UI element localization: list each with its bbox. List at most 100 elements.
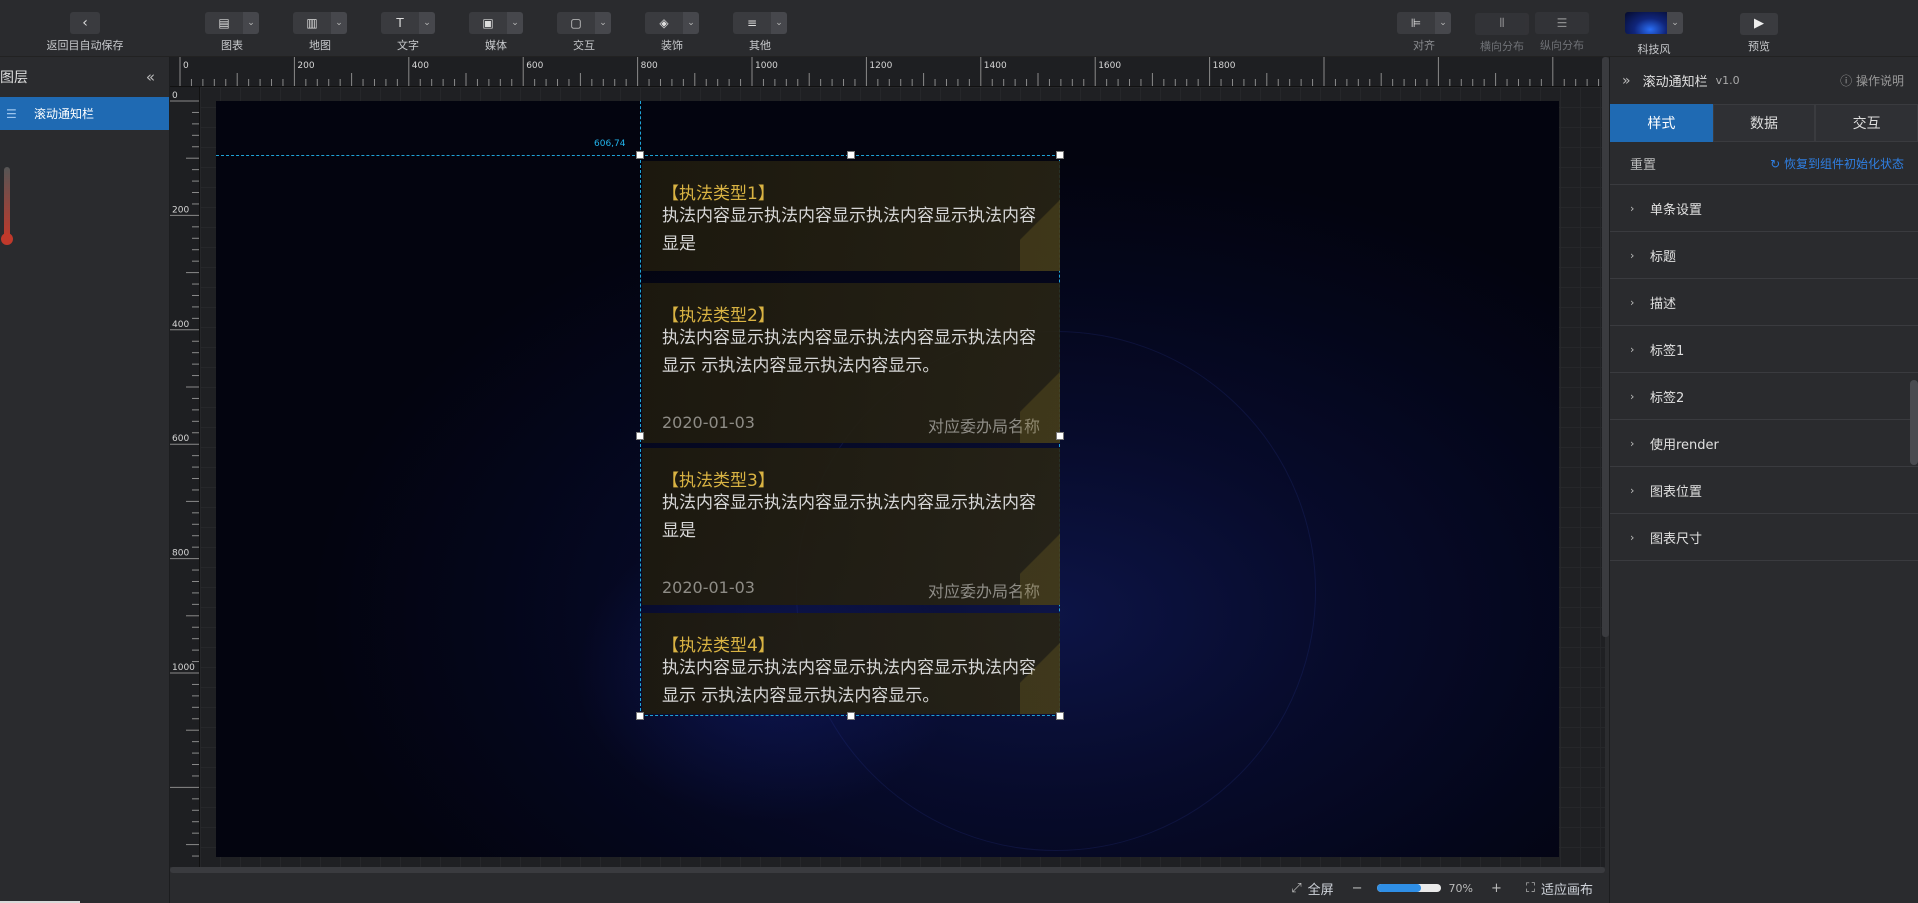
chevron-down-icon[interactable]: ⌄ xyxy=(419,12,435,34)
resize-handle-top[interactable] xyxy=(847,151,855,159)
notice-card[interactable]: 【执法类型3】 执法内容显示执法内容显示执法内容显示执法内容显是 2020-01… xyxy=(642,448,1060,605)
canvas-vertical-scrollbar[interactable] xyxy=(1602,57,1609,637)
chevron-down-icon[interactable]: ⌄ xyxy=(771,12,787,34)
other-menu[interactable]: ≡ ⌄ 其他 xyxy=(724,12,796,53)
resize-handle-left[interactable] xyxy=(636,432,644,440)
help-link[interactable]: ⓘ 操作说明 xyxy=(1840,72,1904,89)
chevron-down-icon[interactable]: ⌄ xyxy=(1667,12,1683,34)
back-button[interactable]: ‹ 返回目自动保存 xyxy=(30,12,140,53)
position-readout: 606,74 xyxy=(594,139,626,149)
resize-handle-bottom-right[interactable] xyxy=(1056,712,1064,720)
restore-default-button[interactable]: ↻ 恢复到组件初始化状态 xyxy=(1770,155,1904,172)
chevron-down-icon[interactable]: ⌄ xyxy=(331,12,347,34)
resize-handle-top-left[interactable] xyxy=(636,151,644,159)
editor-app: ‹ 返回目自动保存 ▤ ⌄ 图表 ▥ ⌄ 地图 T ⌄ 文字 ▣ ⌄ 媒体 ▢ ⌄ 交互 … xyxy=(0,0,1918,903)
section-render[interactable]: › 使用render xyxy=(1610,420,1918,467)
horizontal-ruler: 0 200 400 600 800 1000 1200 1400 1600 1800 xyxy=(170,57,1605,87)
chart-menu[interactable]: ▤ ⌄ 图表 xyxy=(196,12,268,53)
chevron-down-icon[interactable]: ⌄ xyxy=(507,12,523,34)
notice-description: 执法内容显示执法内容显示执法内容显示执法内容显是 xyxy=(662,493,1036,541)
chevron-right-icon: › xyxy=(1630,530,1635,544)
ruler-label: 800 xyxy=(641,61,658,71)
section-chart-position[interactable]: › 图表位置 xyxy=(1610,467,1918,514)
chart-icon: ▤ xyxy=(205,12,243,34)
tab-style[interactable]: 样式 xyxy=(1610,104,1713,142)
notice-title: 【执法类型4】 xyxy=(662,636,775,656)
align-label: 对齐 xyxy=(1413,39,1435,52)
section-chart-size[interactable]: › 图表尺寸 xyxy=(1610,514,1918,561)
section-description[interactable]: › 描述 xyxy=(1610,279,1918,326)
decoration-menu[interactable]: ◈ ⌄ 装饰 xyxy=(636,12,708,53)
ruler-label: 200 xyxy=(172,205,189,215)
zoom-out-icon[interactable]: − xyxy=(1352,881,1363,896)
fullscreen-label: 全屏 xyxy=(1307,882,1334,898)
horizontal-distribute-icon: ⫴ xyxy=(1475,12,1529,35)
resize-handle-top-right[interactable] xyxy=(1056,151,1064,159)
ruler-label: 400 xyxy=(172,320,189,330)
section-single-item[interactable]: › 单条设置 xyxy=(1610,185,1918,232)
fit-canvas-icon: ⛶ xyxy=(1525,880,1535,896)
section-label: 图表位置 xyxy=(1650,484,1703,500)
fit-canvas-label: 适应画布 xyxy=(1540,882,1593,898)
panel-scrollbar[interactable] xyxy=(1910,380,1918,465)
chevron-down-icon[interactable]: ⌄ xyxy=(683,12,699,34)
reset-label: 重置 xyxy=(1630,157,1657,173)
zoom-slider[interactable] xyxy=(1376,884,1441,892)
thermometer-icon xyxy=(1,167,13,245)
layer-panel-title: 图层 xyxy=(0,70,28,86)
preview-button[interactable]: ▶ 预览 xyxy=(1723,12,1795,54)
fullscreen-button[interactable]: ⤢ 全屏 xyxy=(1291,879,1333,898)
component-title: 滚动通知栏 xyxy=(1642,75,1708,90)
canvas-area[interactable]: 606,74 【执法类型1】 执法内容显示执法内容显示执法内容显示执法内容显是 … xyxy=(200,87,1605,867)
fit-canvas-button[interactable]: ⛶ 适应画布 xyxy=(1526,879,1593,898)
map-menu[interactable]: ▥ ⌄ 地图 xyxy=(284,12,356,53)
section-tag1[interactable]: › 标签1 xyxy=(1610,326,1918,373)
component-version: v1.0 xyxy=(1715,74,1740,87)
media-menu[interactable]: ▣ ⌄ 媒体 xyxy=(460,12,532,53)
interact-menu[interactable]: ▢ ⌄ 交互 xyxy=(548,12,620,53)
chevron-right-icon: › xyxy=(1630,483,1635,497)
notice-organization: 对应委办局名称 xyxy=(927,582,1040,601)
map-menu-label: 地图 xyxy=(309,39,331,52)
chevron-right-icon: › xyxy=(1630,389,1635,403)
ruler-label: 200 xyxy=(297,61,314,71)
collapse-left-icon[interactable]: « xyxy=(146,68,155,86)
guide-line-vertical xyxy=(640,101,641,155)
ruler-label: 1200 xyxy=(869,61,892,71)
back-label: 返回目自动保存 xyxy=(46,39,124,52)
zoom-in-icon[interactable]: + xyxy=(1491,881,1502,896)
resize-handle-right[interactable] xyxy=(1056,432,1064,440)
chevron-down-icon[interactable]: ⌄ xyxy=(595,12,611,34)
section-title[interactable]: › 标题 xyxy=(1610,232,1918,279)
scroll-notice-component[interactable]: 【执法类型1】 执法内容显示执法内容显示执法内容显示执法内容显是 【执法类型2】… xyxy=(636,151,1064,720)
section-label: 图表尺寸 xyxy=(1650,531,1703,547)
theme-selector[interactable]: ⌄ 科技风 xyxy=(1618,12,1690,57)
map-icon: ▥ xyxy=(293,12,331,34)
section-tag2[interactable]: › 标签2 xyxy=(1610,373,1918,420)
section-label: 单条设置 xyxy=(1650,202,1703,218)
align-menu[interactable]: ⊫ ⌄ 对齐 xyxy=(1388,12,1460,53)
notice-card[interactable]: 【执法类型1】 执法内容显示执法内容显示执法内容显示执法内容显是 xyxy=(642,161,1060,271)
tab-data[interactable]: 数据 xyxy=(1712,104,1816,142)
chevron-down-icon[interactable]: ⌄ xyxy=(243,12,259,34)
help-label: 操作说明 xyxy=(1855,74,1904,88)
section-label: 描述 xyxy=(1650,296,1677,312)
notice-organization: 对应委办局名称 xyxy=(927,417,1040,436)
chevron-down-icon[interactable]: ⌄ xyxy=(1435,12,1451,34)
notice-card[interactable]: 【执法类型2】 执法内容显示执法内容显示执法内容显示执法内容显示 示执法内容显示… xyxy=(642,283,1060,443)
vertical-distribute-button[interactable]: ☰ 纵向分布 xyxy=(1526,12,1598,53)
ruler-label: 1800 xyxy=(1213,61,1236,71)
property-tabs: 样式 数据 交互 xyxy=(1610,104,1918,142)
expand-right-icon[interactable]: » xyxy=(1622,73,1631,89)
tab-interaction[interactable]: 交互 xyxy=(1815,104,1918,142)
dashboard-screen[interactable]: 606,74 【执法类型1】 执法内容显示执法内容显示执法内容显示执法内容显是 … xyxy=(216,101,1559,857)
notice-card[interactable]: 【执法类型4】 执法内容显示执法内容显示执法内容显示执法内容显示 示执法内容显示… xyxy=(642,613,1060,714)
chevron-right-icon: › xyxy=(1630,436,1635,450)
text-menu[interactable]: T ⌄ 文字 xyxy=(372,12,444,53)
chevron-right-icon: › xyxy=(1630,201,1635,215)
bottom-bar: ⤢ 全屏 − 70% + ⛶ 适应画布 xyxy=(170,873,1609,903)
resize-handle-bottom[interactable] xyxy=(847,712,855,720)
layer-item-scroll-notice[interactable]: ☰ 滚动通知栏 xyxy=(0,97,169,130)
resize-handle-bottom-left[interactable] xyxy=(636,712,644,720)
layer-panel-header: 图层 « xyxy=(0,57,169,97)
